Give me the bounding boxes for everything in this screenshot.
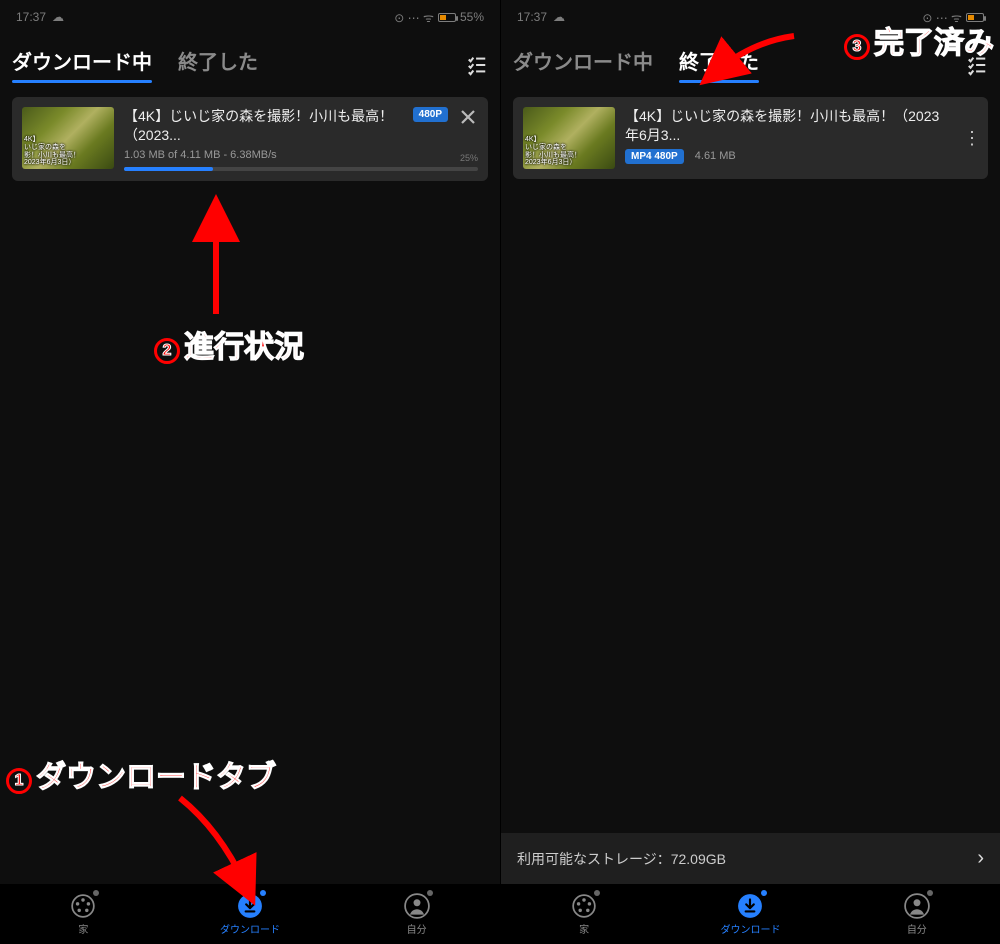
file-size: 4.61 MB bbox=[695, 150, 736, 162]
bottom-nav: 家 ダウンロード 自分 bbox=[0, 884, 500, 944]
download-icon bbox=[237, 893, 263, 919]
notification-dot bbox=[93, 890, 99, 896]
item-title: 【4K】じいじ家の森を撮影！小川も最高！（2023年6月3... bbox=[625, 107, 978, 145]
video-thumbnail: 4K】 いじ家の森を 影！小川も最高！ 2023年6月3日） bbox=[22, 107, 114, 169]
cancel-download-button[interactable] bbox=[456, 105, 480, 129]
battery-icon bbox=[438, 13, 456, 22]
progress-bar: 25% bbox=[124, 167, 478, 171]
thumb-caption: 4K】 いじ家の森を 影！小川も最高！ 2023年6月3日） bbox=[24, 136, 112, 167]
cloud-icon bbox=[553, 10, 565, 24]
nav-download[interactable]: ダウンロード bbox=[167, 884, 334, 944]
tab-downloading[interactable]: ダウンロード中 bbox=[12, 46, 152, 83]
notification-dot bbox=[594, 890, 600, 896]
battery-icon bbox=[966, 13, 984, 22]
wifi-icon: ⊙ ⋯ ᯤ bbox=[922, 9, 962, 26]
download-item[interactable]: 4K】 いじ家の森を 影！小川も最高！ 2023年6月3日） 【4K】じいじ家の… bbox=[513, 97, 988, 179]
status-bar: 17:37 ⊙ ⋯ ᯤ bbox=[513, 6, 988, 28]
person-icon bbox=[904, 893, 930, 919]
status-time: 17:37 bbox=[517, 10, 547, 24]
multiselect-icon[interactable] bbox=[966, 54, 988, 76]
quality-badge: 480P bbox=[413, 107, 448, 122]
status-time: 17:37 bbox=[16, 10, 46, 24]
notification-dot bbox=[927, 890, 933, 896]
cloud-icon bbox=[52, 10, 64, 24]
progress-text: 1.03 MB of 4.11 MB - 6.38MB/s bbox=[124, 149, 478, 161]
notification-dot bbox=[761, 890, 767, 896]
multiselect-icon[interactable] bbox=[466, 54, 488, 76]
nav-download-label: ダウンロード bbox=[720, 921, 780, 936]
film-reel-icon bbox=[70, 893, 96, 919]
screen-downloading: 17:37 ⊙ ⋯ ᯤ 55% ダウンロード中 終了した bbox=[0, 0, 500, 944]
battery-pct: 55% bbox=[460, 10, 484, 24]
notification-dot bbox=[260, 890, 266, 896]
storage-label: 利用可能なストレージ：72.09GB bbox=[517, 849, 726, 869]
storage-row[interactable]: 利用可能なストレージ：72.09GB › bbox=[501, 833, 1000, 884]
format-badge: MP4 480P bbox=[625, 149, 684, 164]
nav-me-label: 自分 bbox=[407, 921, 427, 936]
film-reel-icon bbox=[571, 893, 597, 919]
status-bar: 17:37 ⊙ ⋯ ᯤ 55% bbox=[12, 6, 488, 28]
download-tabs: ダウンロード中 終了した bbox=[12, 28, 488, 91]
nav-download[interactable]: ダウンロード bbox=[667, 884, 833, 944]
tab-downloading[interactable]: ダウンロード中 bbox=[513, 46, 653, 83]
download-item[interactable]: 4K】 いじ家の森を 影！小川も最高！ 2023年6月3日） 【4K】じいじ家の… bbox=[12, 97, 488, 181]
download-icon bbox=[737, 893, 763, 919]
tab-finished[interactable]: 終了した bbox=[679, 46, 759, 83]
nav-home[interactable]: 家 bbox=[501, 884, 667, 944]
nav-download-label: ダウンロード bbox=[220, 921, 280, 936]
nav-home[interactable]: 家 bbox=[0, 884, 167, 944]
person-icon bbox=[404, 893, 430, 919]
tab-finished[interactable]: 終了した bbox=[178, 46, 258, 83]
more-options-button[interactable]: ⋮ bbox=[960, 118, 984, 158]
notification-dot bbox=[427, 890, 433, 896]
screen-finished: 17:37 ⊙ ⋯ ᯤ ダウンロード中 終了した 4K】 いじ家 bbox=[500, 0, 1000, 944]
progress-pct: 25% bbox=[460, 153, 478, 163]
nav-home-label: 家 bbox=[579, 921, 589, 936]
bottom-nav: 家 ダウンロード 自分 bbox=[501, 884, 1000, 944]
nav-me[interactable]: 自分 bbox=[834, 884, 1000, 944]
thumb-caption: 4K】 いじ家の森を 影！小川も最高！ 2023年6月3日） bbox=[525, 136, 613, 167]
video-thumbnail: 4K】 いじ家の森を 影！小川も最高！ 2023年6月3日） bbox=[523, 107, 615, 169]
progress-fill bbox=[124, 167, 213, 171]
nav-me[interactable]: 自分 bbox=[333, 884, 500, 944]
download-tabs: ダウンロード中 終了した bbox=[513, 28, 988, 91]
wifi-icon: ⊙ ⋯ ᯤ bbox=[394, 9, 434, 26]
chevron-right-icon: › bbox=[977, 847, 984, 870]
nav-me-label: 自分 bbox=[907, 921, 927, 936]
nav-home-label: 家 bbox=[78, 921, 88, 936]
